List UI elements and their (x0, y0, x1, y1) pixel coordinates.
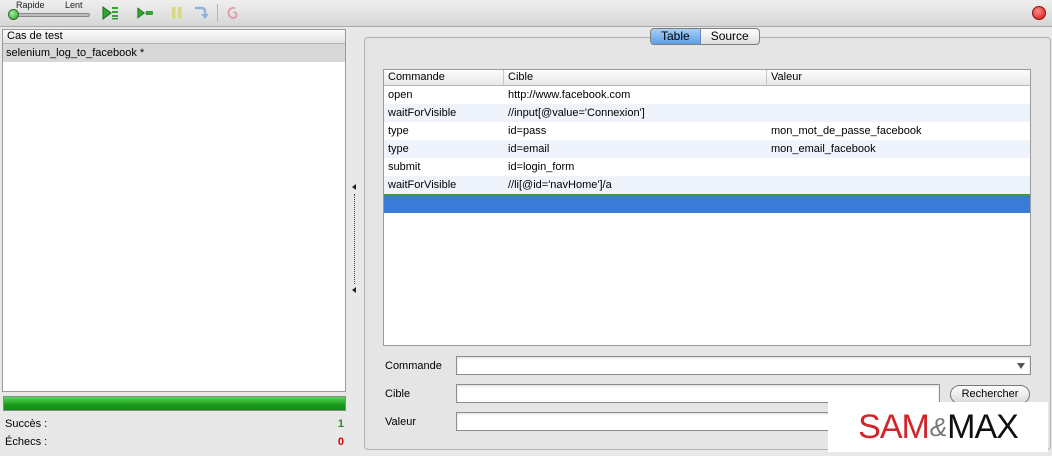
step-icon[interactable] (191, 5, 209, 21)
run-progress-bar (3, 396, 346, 411)
tab-source[interactable]: Source (701, 29, 759, 44)
table-header-row: Commande Cible Valeur (384, 70, 1030, 86)
expand-left-icon[interactable] (352, 287, 356, 293)
chevron-down-icon[interactable] (1017, 363, 1025, 369)
table-row[interactable]: submit id=login_form (384, 158, 1030, 176)
command-select[interactable] (456, 356, 1031, 375)
table-row[interactable]: type id=email mon_email_facebook (384, 140, 1030, 158)
test-case-header: Cas de test (3, 30, 345, 44)
success-label: Succès : (5, 418, 48, 430)
failure-count: 0 (337, 436, 344, 448)
table-row[interactable]: waitForVisible //li[@id='navHome']/a (384, 176, 1030, 194)
logo-part-1: SAM (858, 407, 930, 446)
table-row[interactable]: type id=pass mon_mot_de_passe_facebook (384, 122, 1030, 140)
success-count: 1 (337, 418, 344, 430)
cell-value: mon_email_facebook (771, 143, 876, 155)
view-tabs: Table Source (650, 28, 760, 45)
speed-slider-track[interactable] (12, 13, 90, 17)
play-current-icon[interactable] (137, 5, 155, 21)
logo-ampersand: & (929, 411, 947, 442)
sam-max-logo: SAM & MAX (828, 402, 1048, 452)
cell-command: waitForVisible (388, 179, 457, 191)
command-table: Commande Cible Valeur open http://www.fa… (383, 69, 1031, 346)
cell-value (767, 104, 1030, 122)
table-row[interactable]: open http://www.facebook.com (384, 86, 1030, 104)
command-label: Commande (385, 360, 442, 372)
table-row[interactable]: waitForVisible //input[@value='Connexion… (384, 104, 1030, 122)
logo-part-2: MAX (947, 407, 1019, 446)
speed-slider-knob[interactable] (8, 9, 19, 20)
column-header-command[interactable]: Commande (384, 70, 504, 85)
cell-value (767, 176, 1030, 194)
target-input[interactable] (456, 384, 940, 403)
column-header-value[interactable]: Valeur (767, 70, 1030, 85)
target-input-value (457, 387, 461, 399)
failure-label: Échecs : (5, 436, 48, 448)
table-row-selected[interactable] (384, 194, 1030, 213)
toolbar: Rapide Lent (0, 0, 1052, 27)
cell-command: type (388, 143, 409, 155)
cell-value (767, 158, 1030, 176)
cell-target: //input[@value='Connexion'] (508, 107, 645, 119)
tab-table[interactable]: Table (651, 29, 701, 44)
toolbar-separator (217, 4, 218, 22)
play-all-icon[interactable] (102, 5, 120, 21)
pause-icon[interactable] (168, 5, 186, 21)
test-case-panel: Cas de test selenium_log_to_facebook * (2, 29, 346, 392)
table-body: open http://www.facebook.com waitForVisi… (384, 86, 1030, 213)
rollup-icon[interactable] (224, 5, 242, 21)
cell-command: waitForVisible (388, 107, 457, 119)
cell-command: open (388, 89, 413, 101)
run-progress-fill (4, 397, 345, 410)
splitter-grip[interactable] (354, 194, 355, 284)
cell-target: id=email (508, 143, 550, 155)
column-header-target[interactable]: Cible (504, 70, 767, 85)
cell-target: http://www.facebook.com (508, 89, 631, 101)
cell-target: id=login_form (508, 161, 575, 173)
cell-target: //li[@id='navHome']/a (508, 179, 612, 191)
cell-value (767, 86, 1030, 104)
speed-slow-label: Lent (65, 0, 83, 10)
value-label: Valeur (385, 416, 416, 428)
target-label: Cible (385, 388, 411, 400)
cell-command: submit (388, 161, 421, 173)
cell-value: mon_mot_de_passe_facebook (771, 125, 922, 137)
cell-target: id=pass (508, 125, 547, 137)
speed-fast-label: Rapide (16, 0, 45, 10)
close-icon[interactable] (1032, 6, 1046, 20)
command-select-value (457, 359, 461, 371)
panel-splitter[interactable] (349, 29, 359, 456)
cell-command: type (388, 125, 409, 137)
test-case-item[interactable]: selenium_log_to_facebook * (3, 44, 345, 62)
value-input-value (457, 415, 461, 427)
collapse-left-icon[interactable] (352, 184, 356, 190)
